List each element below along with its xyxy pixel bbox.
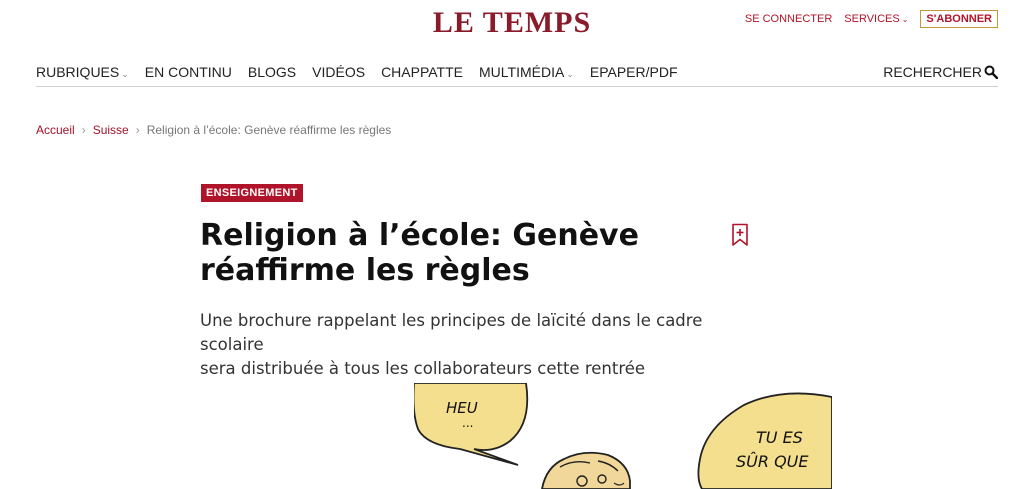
chevron-down-icon: ⌄	[566, 69, 574, 79]
category-badge[interactable]: ENSEIGNEMENT	[201, 184, 303, 202]
title-line: Religion à l’école: Genève	[200, 218, 639, 253]
article-lede: Une brochure rappelant les principes de …	[200, 309, 760, 381]
nav-item-label: MULTIMÉDIA	[479, 64, 565, 80]
services-menu[interactable]: SERVICES ⌄	[844, 13, 908, 25]
lede-line: Une brochure rappelant les principes de …	[200, 311, 703, 354]
nav-item-chappatte[interactable]: CHAPPATTE	[381, 64, 463, 80]
nav-item-epaper[interactable]: EPAPER/PDF	[590, 64, 678, 80]
search-icon	[984, 65, 998, 79]
subscribe-button[interactable]: S'ABONNER	[920, 10, 998, 28]
bubble-text: HEU	[446, 399, 478, 417]
lede-line: sera distribuée à tous les collaborateur…	[200, 359, 646, 378]
main-nav: RUBRIQUES ⌄ EN CONTINU BLOGS VIDÉOS CHAPP…	[36, 64, 998, 87]
nav-item-multimedia[interactable]: MULTIMÉDIA ⌄	[479, 64, 574, 80]
breadcrumb-section[interactable]: Suisse	[93, 123, 129, 137]
chevron-right-icon: ›	[81, 123, 86, 137]
title-line: réaffirme les règles	[200, 253, 530, 288]
bookmark-button[interactable]	[731, 223, 749, 252]
nav-item-en-continu[interactable]: EN CONTINU	[145, 64, 232, 80]
nav-item-label: RUBRIQUES	[36, 64, 120, 80]
login-link[interactable]: SE CONNECTER	[745, 13, 832, 25]
page-title: Religion à l’école: Genève réaffirme les…	[200, 218, 700, 288]
article-cartoon: HEU ... TU ES SÛR QUE	[414, 383, 832, 489]
nav-item-videos[interactable]: VIDÉOS	[312, 64, 365, 80]
breadcrumb-home[interactable]: Accueil	[36, 123, 75, 137]
bubble-dots: ...	[462, 416, 473, 430]
search-button[interactable]: RECHERCHER	[883, 64, 998, 80]
chevron-down-icon: ⌄	[121, 69, 129, 79]
account-links: SE CONNECTER SERVICES ⌄ S'ABONNER	[745, 10, 998, 28]
chevron-right-icon: ›	[135, 123, 140, 137]
breadcrumb-current: Religion à l’école: Genève réaffirme les…	[146, 123, 392, 137]
search-label: RECHERCHER	[883, 64, 982, 80]
bookmark-add-icon	[732, 223, 748, 246]
breadcrumb: Accueil › Suisse › Religion à l’école: Genèv…	[36, 123, 391, 137]
nav-item-blogs[interactable]: BLOGS	[248, 64, 296, 80]
bubble-text: TU ES	[756, 428, 803, 447]
services-label: SERVICES	[844, 13, 900, 25]
chevron-down-icon: ⌄	[901, 15, 909, 24]
bubble-text: SÛR QUE	[736, 452, 809, 471]
nav-item-rubriques[interactable]: RUBRIQUES ⌄	[36, 64, 129, 80]
